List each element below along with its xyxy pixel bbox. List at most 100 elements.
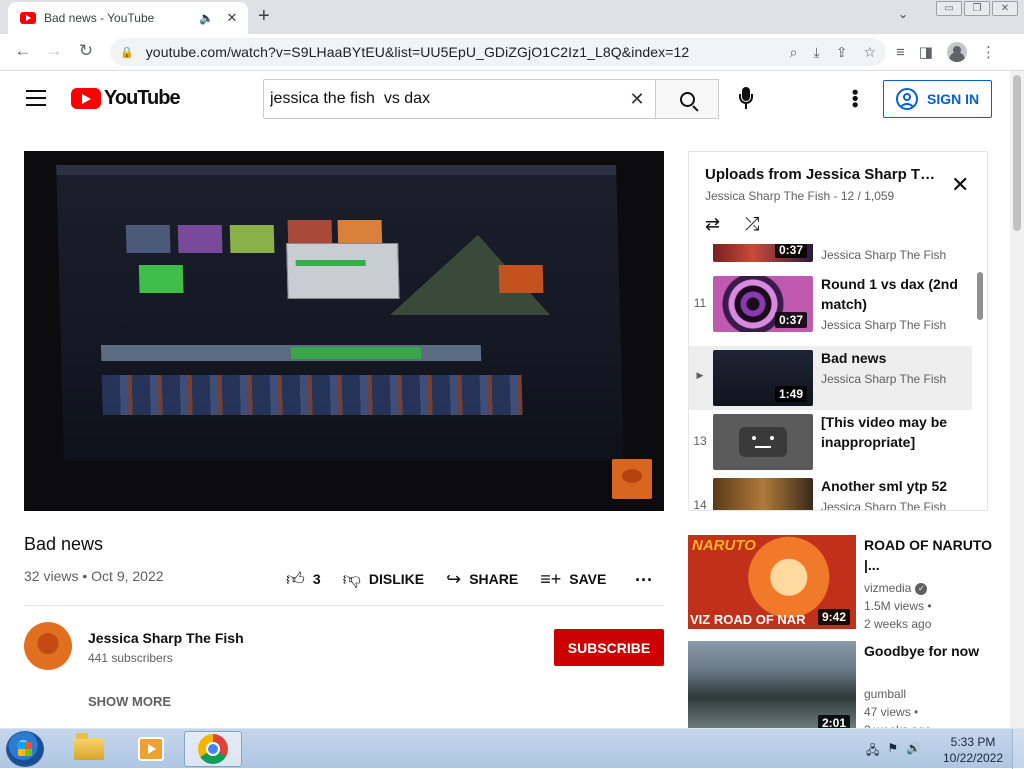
video-thumbnail[interactable]: 2:01: [688, 641, 856, 735]
playlist-subtitle: Jessica Sharp The Fish - 12 / 1,059: [705, 189, 895, 203]
recommended-views: 1.5M views •: [864, 599, 932, 613]
video-player[interactable]: [24, 151, 664, 511]
more-actions-icon[interactable]: ···: [635, 570, 653, 591]
page-scrollbar[interactable]: [1010, 71, 1024, 728]
youtube-play-icon: [71, 88, 101, 109]
address-bar[interactable]: 🔒 youtube.com/watch?v=S9LHaaBYtEU&list=U…: [110, 38, 886, 66]
minimize-button[interactable]: ▭: [936, 1, 962, 16]
lock-icon[interactable]: 🔒: [120, 46, 134, 59]
thumbs-up-icon: 👍︎: [286, 569, 305, 589]
start-button[interactable]: [6, 731, 44, 767]
zoom-search-icon[interactable]: ⌕: [790, 44, 798, 61]
media-controls-icon[interactable]: ≡: [896, 44, 905, 61]
playlist-item[interactable]: 14 Another sml ytp 52 Jessica Sharp The …: [689, 474, 972, 510]
new-tab-button[interactable]: +: [258, 5, 270, 28]
youtube-favicon-icon: [20, 12, 36, 24]
channel-avatar[interactable]: [24, 622, 72, 670]
action-center-flag-icon[interactable]: ⚑: [887, 741, 898, 762]
search-input[interactable]: [270, 90, 625, 108]
bookmark-star-icon[interactable]: ☆: [863, 44, 876, 61]
subscriber-count: 441 subscribers: [88, 651, 173, 665]
save-button[interactable]: ≡+ SAVE: [540, 569, 606, 590]
verified-badge-icon: ✓: [915, 582, 928, 595]
playlist-panel: Uploads from Jessica Sharp The Fish Jess…: [688, 151, 988, 511]
duration-badge: 9:42: [817, 609, 850, 625]
video-meta: 32 views • Oct 9, 2022: [24, 568, 164, 584]
show-desktop-button[interactable]: [1012, 729, 1024, 769]
tab-search-chevron-icon[interactable]: ⌄: [898, 7, 908, 21]
network-icon[interactable]: 🖧: [866, 741, 879, 762]
sign-in-label: SIGN IN: [927, 91, 980, 107]
playlist-item[interactable]: 0:37 Jessica Sharp The Fish: [689, 244, 972, 266]
search-button[interactable]: [655, 79, 719, 119]
channel-name[interactable]: Jessica Sharp The Fish: [88, 630, 244, 646]
volume-icon[interactable]: 🔊: [906, 741, 921, 762]
dislike-button[interactable]: 👎︎ DISLIKE: [343, 568, 425, 590]
browser-tab-bar: Bad news - YouTube 🔈 ✕ + ⌄ ▭ ❐ ✕: [0, 0, 1024, 34]
item-title[interactable]: [This video may be inappropriate]: [821, 412, 966, 452]
playlist-title[interactable]: Uploads from Jessica Sharp The Fish: [705, 166, 940, 183]
playlist-scrollbar[interactable]: [977, 272, 983, 320]
shuffle-icon[interactable]: ⤮: [745, 214, 759, 235]
channel-watermark[interactable]: [612, 459, 652, 499]
like-count: 3: [312, 571, 321, 587]
scrollbar-thumb[interactable]: [1013, 75, 1021, 231]
speaker-icon[interactable]: 🔈: [199, 11, 214, 25]
recommended-channel[interactable]: vizmedia ✓: [864, 579, 928, 597]
video-thumbnail[interactable]: 1:49: [713, 350, 813, 406]
item-title[interactable]: Round 1 vs dax (2nd match): [821, 274, 966, 314]
playlist-item[interactable]: 13 [This video may be inappropriate]: [689, 410, 972, 474]
playlist-item[interactable]: 11 0:37 Round 1 vs dax (2nd match) Jessi…: [689, 272, 972, 336]
playlist-items: 0:37 Jessica Sharp The Fish 11 0:37 Roun…: [689, 244, 979, 510]
share-button[interactable]: ↪ SHARE: [446, 569, 518, 590]
share-icon[interactable]: ⇪: [836, 44, 848, 61]
side-panel-icon[interactable]: ◨: [919, 43, 933, 61]
microphone-icon[interactable]: [736, 87, 756, 111]
loop-icon[interactable]: ⇄: [705, 214, 720, 235]
video-thumbnail[interactable]: [713, 414, 813, 470]
item-title[interactable]: Bad news: [821, 348, 966, 368]
youtube-logo[interactable]: YouTube: [71, 87, 181, 110]
item-title[interactable]: Another sml ytp 52: [821, 476, 966, 496]
video-frame: [56, 164, 624, 462]
item-channel: Jessica Sharp The Fish: [821, 372, 947, 386]
install-icon[interactable]: ⤓: [814, 44, 820, 61]
recommended-channel[interactable]: gumball: [864, 685, 906, 703]
recommended-video[interactable]: NARUTO VIZ ROAD OF NAR 9:42 ROAD OF NARU…: [688, 535, 998, 631]
video-thumbnail[interactable]: 0:37: [713, 244, 813, 262]
taskbar-chrome[interactable]: [184, 731, 242, 767]
settings-more-icon[interactable]: •••: [845, 89, 865, 108]
video-thumbnail[interactable]: 0:37: [713, 276, 813, 332]
back-arrow-icon[interactable]: ←: [12, 41, 34, 61]
folder-icon: [74, 733, 104, 760]
restore-button[interactable]: ❐: [964, 1, 990, 16]
taskbar-explorer[interactable]: [60, 731, 118, 767]
tab-close-icon[interactable]: ✕: [224, 10, 240, 26]
recommended-title[interactable]: ROAD OF NARUTO |...: [864, 535, 994, 575]
reload-icon[interactable]: ↻: [75, 41, 97, 61]
close-window-button[interactable]: ✕: [992, 1, 1018, 16]
video-thumbnail[interactable]: [713, 478, 813, 510]
like-button[interactable]: 👍︎ 3: [286, 568, 321, 590]
clear-search-icon[interactable]: ✕: [625, 89, 649, 110]
search-box[interactable]: ✕: [263, 79, 656, 119]
url-text[interactable]: youtube.com/watch?v=S9LHaaBYtEU&list=UU5…: [146, 44, 790, 60]
show-more-button[interactable]: SHOW MORE: [88, 694, 171, 709]
sign-in-button[interactable]: SIGN IN: [883, 80, 992, 118]
forward-arrow-icon[interactable]: →: [43, 41, 65, 61]
close-playlist-icon[interactable]: ✕: [951, 172, 969, 198]
taskbar-media-player[interactable]: [122, 731, 180, 767]
profile-avatar-icon[interactable]: [946, 42, 967, 62]
share-arrow-icon: ↪: [446, 568, 462, 589]
subscribe-button[interactable]: SUBSCRIBE: [554, 629, 664, 666]
browser-tab[interactable]: Bad news - YouTube 🔈 ✕: [8, 2, 248, 34]
recommended-views: 47 views •: [864, 705, 919, 719]
recommended-title[interactable]: Goodbye for now: [864, 641, 994, 661]
playlist-item-current[interactable]: ▶ 1:49 Bad news Jessica Sharp The Fish: [689, 346, 972, 410]
video-thumbnail[interactable]: NARUTO VIZ ROAD OF NAR 9:42: [688, 535, 856, 629]
chrome-menu-icon[interactable]: ⋮: [981, 43, 996, 61]
now-playing-icon: ▶: [696, 370, 704, 380]
taskbar-clock[interactable]: 5:33 PM 10/22/2022: [940, 734, 1006, 766]
recommended-video[interactable]: 2:01 Goodbye for now gumball 47 views • …: [688, 641, 998, 737]
hamburger-menu-icon[interactable]: [26, 90, 46, 106]
